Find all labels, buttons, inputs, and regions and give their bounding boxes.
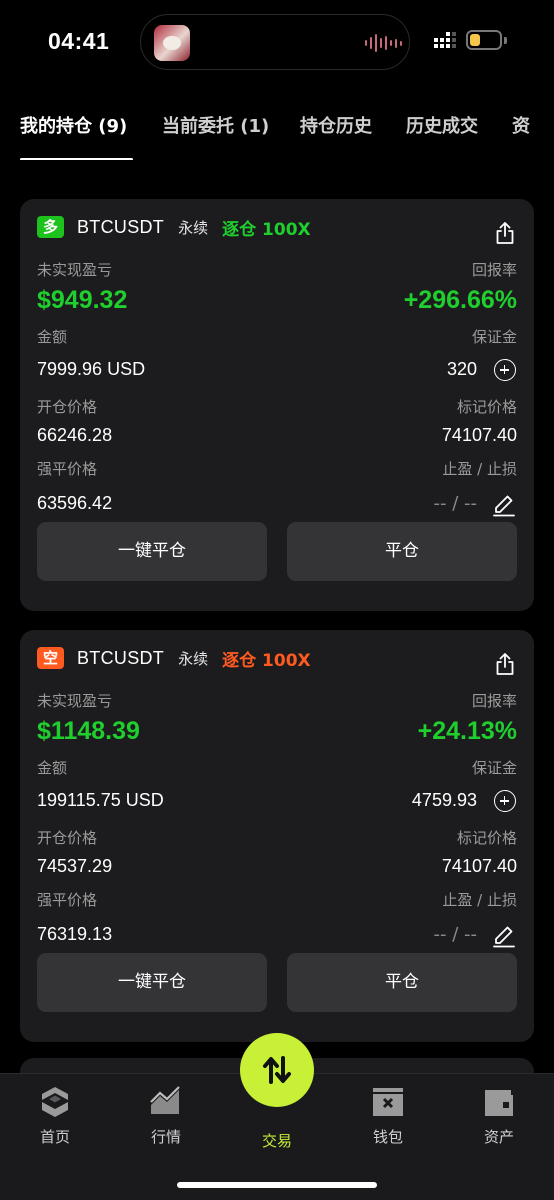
tpsl-label: 止盈 / 止损 [442,460,517,478]
liq-price-label: 强平价格 [37,460,98,478]
add-margin-icon[interactable] [494,359,516,381]
margin-label: 保证金 [471,328,517,346]
unrealized-pnl-value: $949.32 [37,286,128,314]
tab-my-positions[interactable]: 我的持仓 (9) [20,112,127,138]
nav-assets-label: 资产 [483,1128,514,1146]
tpsl-value: -- / -- [433,493,478,514]
position-header: 空 BTCUSDT 永续 逐仓 100X [37,646,311,671]
unrealized-pnl-label: 未实现盈亏 [37,261,113,279]
home-indicator [177,1182,377,1188]
nav-market-label: 行情 [150,1128,181,1146]
margin-value: 4759.93 [411,790,477,810]
share-icon[interactable] [494,652,516,676]
tpsl-label: 止盈 / 止损 [442,891,517,909]
entry-price-label: 开仓价格 [37,398,98,416]
tab-trade-history[interactable]: 历史成交 [406,112,478,138]
nav-market[interactable]: 行情 [126,1084,206,1147]
position-card: 多 BTCUSDT 永续 逐仓 100X 未实现盈亏 回报率 $949.32 +… [20,199,534,611]
close-position-button[interactable]: 平仓 [287,522,517,581]
liq-price-label: 强平价格 [37,891,98,909]
contract-type: 永续 [178,649,209,668]
mark-price-value: 74107.40 [441,856,517,876]
roi-label: 回报率 [471,261,517,279]
trade-swap-icon [263,1056,291,1084]
edit-tpsl-icon[interactable] [492,924,516,948]
nav-wallet-label: 钱包 [372,1128,403,1146]
now-playing-app-icon[interactable] [154,25,190,61]
home-logo-icon [42,1087,68,1117]
roi-label: 回报率 [471,692,517,710]
mark-price-label: 标记价格 [456,398,517,416]
share-icon[interactable] [494,221,516,245]
assets-icon [485,1090,513,1116]
dynamic-island[interactable] [140,14,410,70]
mark-price-value: 74107.40 [441,425,517,445]
cellular-signal-icon [434,32,460,48]
liq-price-value: 76319.13 [37,924,113,944]
nav-trade-label: 交易 [261,1132,292,1150]
amount-value: 199115.75 USD [37,790,164,810]
margin-mode: 逐仓 100X [222,219,311,240]
position-tabs: 我的持仓 (9) 当前委托 (1) 持仓历史 历史成交 资 [0,100,554,160]
nav-trade[interactable]: 交易 [237,1124,317,1151]
unrealized-pnl-label: 未实现盈亏 [37,692,113,710]
entry-price-label: 开仓价格 [37,829,98,847]
position-card: 空 BTCUSDT 永续 逐仓 100X 未实现盈亏 回报率 $1148.39 … [20,630,534,1042]
position-symbol: BTCUSDT [77,216,165,237]
margin-mode: 逐仓 100X [222,650,311,671]
amount-label: 金额 [37,328,68,346]
position-symbol: BTCUSDT [77,647,165,668]
add-margin-icon[interactable] [494,790,516,812]
tab-funds[interactable]: 资 [512,112,530,138]
roi-value: +296.66% [403,286,517,314]
amount-value: 7999.96 USD [37,359,146,379]
nav-home[interactable]: 首页 [15,1084,95,1147]
market-chart-icon [150,1086,180,1114]
position-header: 多 BTCUSDT 永续 逐仓 100X [37,215,311,240]
status-bar: 04:41 [0,0,554,90]
close-all-button[interactable]: 一键平仓 [37,522,267,581]
entry-price-value: 66246.28 [37,425,113,445]
roi-value: +24.13% [417,717,517,745]
amount-label: 金额 [37,759,68,777]
liq-price-value: 63596.42 [37,493,113,513]
close-all-button[interactable]: 一键平仓 [37,953,267,1012]
status-time: 04:41 [48,28,110,54]
tpsl-value: -- / -- [433,924,478,945]
battery-icon [466,30,502,50]
trade-button[interactable] [240,1033,314,1107]
side-badge-long: 多 [37,216,64,238]
side-badge-short: 空 [37,647,64,669]
tab-position-history[interactable]: 持仓历史 [300,112,372,138]
entry-price-value: 74537.29 [37,856,113,876]
nav-assets[interactable]: 资产 [459,1084,539,1147]
mark-price-label: 标记价格 [456,829,517,847]
margin-label: 保证金 [471,759,517,777]
tab-open-orders[interactable]: 当前委托 (1) [162,112,269,138]
contract-type: 永续 [178,218,209,237]
battery-tip [504,37,507,44]
unrealized-pnl-value: $1148.39 [37,717,140,745]
active-tab-indicator [20,158,133,160]
close-position-button[interactable]: 平仓 [287,953,517,1012]
wallet-icon [373,1088,403,1116]
edit-tpsl-icon[interactable] [492,493,516,517]
nav-wallet[interactable]: 钱包 [348,1084,428,1147]
margin-value: 320 [446,359,477,379]
audio-wave-icon [365,34,402,52]
nav-home-label: 首页 [39,1128,70,1146]
